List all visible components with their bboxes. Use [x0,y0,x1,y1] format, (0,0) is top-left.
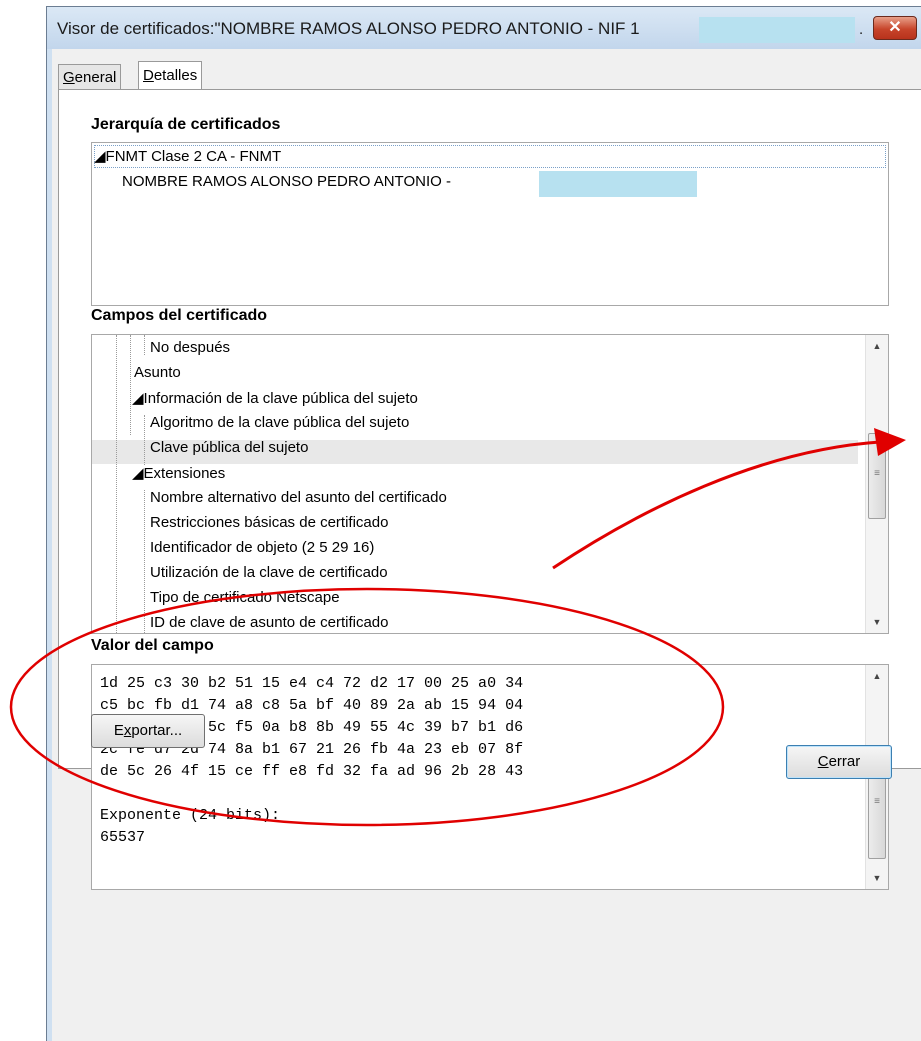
field-item[interactable]: ID de clave de asunto de certificado [150,614,388,631]
field-item[interactable]: Identificador de objeto (2 5 29 16) [150,539,374,556]
grip-icon: ≡ [874,468,880,479]
tab-detalles[interactable]: Detalles [138,61,203,90]
fields-scrollbar[interactable]: ▲ ≡ ▼ [865,335,888,633]
certificate-hierarchy-tree[interactable]: ◢FNMT Clase 2 CA - FNMT NOMBRE RAMOS ALO… [91,142,889,306]
redacted-nif [539,171,697,197]
scroll-up-arrow-icon[interactable]: ▲ [866,671,888,681]
field-item[interactable]: ◢Información de la clave pública del suj… [132,389,418,407]
value-line: c5 bc fb d1 74 a8 c8 5a bf 40 89 2a ab 1… [100,697,524,714]
scroll-thumb[interactable]: ≡ [868,433,886,519]
scroll-up-arrow-icon[interactable]: ▲ [866,341,888,351]
value-line: de 5c 26 4f 15 ce ff e8 fd 32 fa ad 96 2… [100,763,524,780]
field-item[interactable]: Tipo de certificado Netscape [150,589,340,606]
field-item-selected[interactable]: Clave pública del sujeto [150,439,308,456]
field-item[interactable]: Utilización de la clave de certificado [150,564,388,581]
title-ellipsis: . [859,21,864,38]
certificate-fields-tree[interactable]: No después Asunto ◢Información de la cla… [91,334,889,634]
tree-guide [116,335,117,633]
hierarchy-item-root[interactable]: ◢FNMT Clase 2 CA - FNMT [94,147,281,165]
fields-label: Campos del certificado [91,307,268,324]
field-item[interactable]: ◢Extensiones [132,464,225,482]
redacted-nif [699,17,855,43]
window-title: Visor de certificados:"NOMBRE RAMOS ALON… [57,19,640,38]
close-icon: ✕ [888,19,902,36]
certificate-viewer-window: Visor de certificados:"NOMBRE RAMOS ALON… [46,6,921,1041]
value-label: Valor del campo [91,637,214,654]
grip-icon: ≡ [874,796,880,807]
field-item[interactable]: Restricciones básicas de certificado [150,514,388,531]
field-item[interactable]: Algoritmo de la clave pública del sujeto [150,414,409,431]
field-item[interactable]: Nombre alternativo del asunto del certif… [150,489,447,506]
tree-guide [144,415,145,465]
title-bar: Visor de certificados:"NOMBRE RAMOS ALON… [47,7,921,49]
scroll-down-arrow-icon[interactable]: ▼ [866,617,888,627]
value-line: 65537 [100,829,146,846]
export-button[interactable]: Exportar... [91,714,205,748]
close-window-button[interactable]: ✕ [873,16,917,40]
close-dialog-button[interactable]: Cerrar [786,745,892,779]
value-line: Exponente (24 bits): [100,807,281,824]
field-item[interactable]: No después [150,339,230,356]
hierarchy-label: Jerarquía de certificados [91,116,281,133]
details-tab-page: Jerarquía de certificados ◢FNMT Clase 2 … [58,89,921,890]
scroll-down-arrow-icon[interactable]: ▼ [866,873,888,883]
tab-general[interactable]: General [58,64,122,90]
field-value-textbox[interactable]: 1d 25 c3 30 b2 51 15 e4 c4 72 d2 17 00 2… [91,664,889,890]
hierarchy-item-user[interactable]: NOMBRE RAMOS ALONSO PEDRO ANTONIO - [122,173,451,190]
value-line: 1d 25 c3 30 b2 51 15 e4 c4 72 d2 17 00 2… [100,675,524,692]
dialog-body: General Detalles Jerarquía de certificad… [52,49,921,1041]
tree-guide [144,490,145,633]
tree-guide [130,335,131,435]
tree-guide [144,335,145,355]
field-item[interactable]: Asunto [134,364,181,381]
